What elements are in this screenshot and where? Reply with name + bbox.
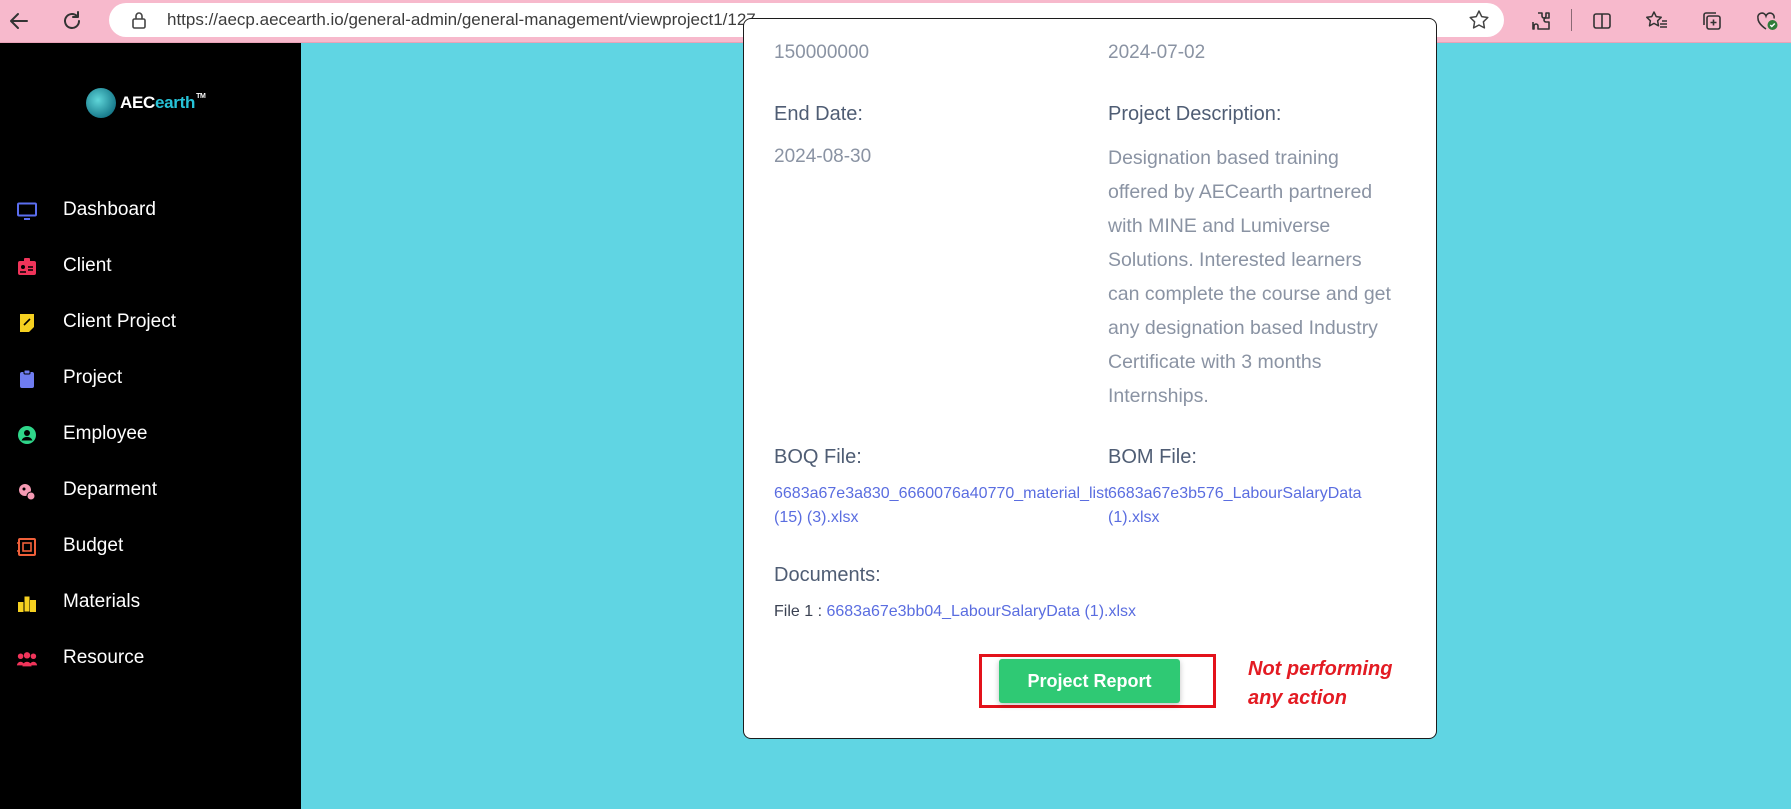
end-date-label: End Date: bbox=[774, 103, 863, 125]
sidebar-item-label: Resource bbox=[63, 647, 145, 668]
bom-file-link[interactable]: 6683a67e3b576_LabourSalaryData (1).xlsx bbox=[1108, 482, 1362, 530]
favorite-star-icon[interactable] bbox=[1468, 9, 1490, 35]
sidebar-item-department[interactable]: Deparment bbox=[0, 470, 301, 510]
sidebar-item-label: Budget bbox=[63, 535, 124, 556]
aecearth-logo[interactable]: AECearthTM bbox=[86, 88, 206, 118]
boq-file-label: BOQ File: bbox=[774, 446, 862, 468]
sidebar: AECearthTM Dashboard Client Client Proje… bbox=[0, 43, 301, 809]
toolbar-divider bbox=[1571, 9, 1572, 31]
sidebar-item-label: Materials bbox=[63, 591, 141, 612]
project-description: Designation based training offered by AE… bbox=[1108, 147, 1391, 407]
globe-logo-icon bbox=[86, 88, 116, 118]
people-group-icon bbox=[16, 648, 38, 670]
sidebar-item-label: Client Project bbox=[63, 311, 176, 332]
sticky-note-icon bbox=[16, 312, 38, 334]
materials-icon bbox=[16, 592, 38, 614]
document-row: File 1 : 6683a67e3bb04_LabourSalaryData … bbox=[774, 600, 1136, 624]
url-text[interactable]: https://aecp.aecearth.io/general-admin/g… bbox=[167, 3, 756, 37]
bom-file-label: BOM File: bbox=[1108, 446, 1197, 468]
sidebar-item-label: Client bbox=[63, 255, 112, 276]
collections-icon[interactable] bbox=[1696, 5, 1728, 37]
document-prefix: File 1 : bbox=[774, 603, 827, 620]
favorites-icon[interactable] bbox=[1641, 5, 1673, 37]
refresh-icon bbox=[64, 11, 80, 29]
description-label: Project Description: bbox=[1108, 103, 1282, 125]
sidebar-item-dashboard[interactable]: Dashboard bbox=[0, 190, 301, 230]
budget-value: 150000000 bbox=[774, 42, 870, 63]
logo-text: AECearthTM bbox=[120, 93, 206, 112]
sidebar-item-label: Employee bbox=[63, 423, 148, 444]
sidebar-item-materials[interactable]: Materials bbox=[0, 582, 301, 622]
project-report-button[interactable]: Project Report bbox=[999, 659, 1180, 703]
lock-icon[interactable] bbox=[131, 11, 147, 33]
sidebar-item-label: Deparment bbox=[63, 479, 157, 500]
clipboard-icon bbox=[16, 368, 38, 390]
start-date-value: 2024-07-02 bbox=[1108, 42, 1206, 63]
back-arrow-icon bbox=[10, 13, 28, 29]
extensions-icon[interactable] bbox=[1525, 5, 1557, 37]
department-icon bbox=[16, 480, 38, 502]
documents-label: Documents: bbox=[774, 564, 881, 586]
sidebar-item-resource[interactable]: Resource bbox=[0, 638, 301, 678]
sidebar-item-client[interactable]: Client bbox=[0, 246, 301, 286]
browser-essentials-icon[interactable] bbox=[1751, 5, 1783, 37]
split-screen-icon[interactable] bbox=[1586, 5, 1618, 37]
refresh-button[interactable] bbox=[56, 5, 88, 37]
id-card-icon bbox=[16, 256, 38, 278]
monitor-icon bbox=[16, 200, 38, 222]
end-date-value: 2024-08-30 bbox=[774, 146, 872, 167]
sidebar-item-client-project[interactable]: Client Project bbox=[0, 302, 301, 342]
sidebar-item-employee[interactable]: Employee bbox=[0, 414, 301, 454]
boq-file-link[interactable]: 6683a67e3a830_6660076a40770_material_lis… bbox=[774, 482, 1109, 530]
document-file-link[interactable]: 6683a67e3bb04_LabourSalaryData (1).xlsx bbox=[826, 603, 1136, 620]
sidebar-item-label: Project bbox=[63, 367, 123, 388]
sidebar-item-label: Dashboard bbox=[63, 199, 156, 220]
annotation-note: Not performing any action bbox=[1248, 658, 1393, 709]
sidebar-item-project[interactable]: Project bbox=[0, 358, 301, 398]
budget-icon bbox=[16, 536, 38, 558]
user-circle-icon bbox=[16, 424, 38, 446]
back-button[interactable] bbox=[3, 5, 35, 37]
sidebar-item-budget[interactable]: Budget bbox=[0, 526, 301, 566]
